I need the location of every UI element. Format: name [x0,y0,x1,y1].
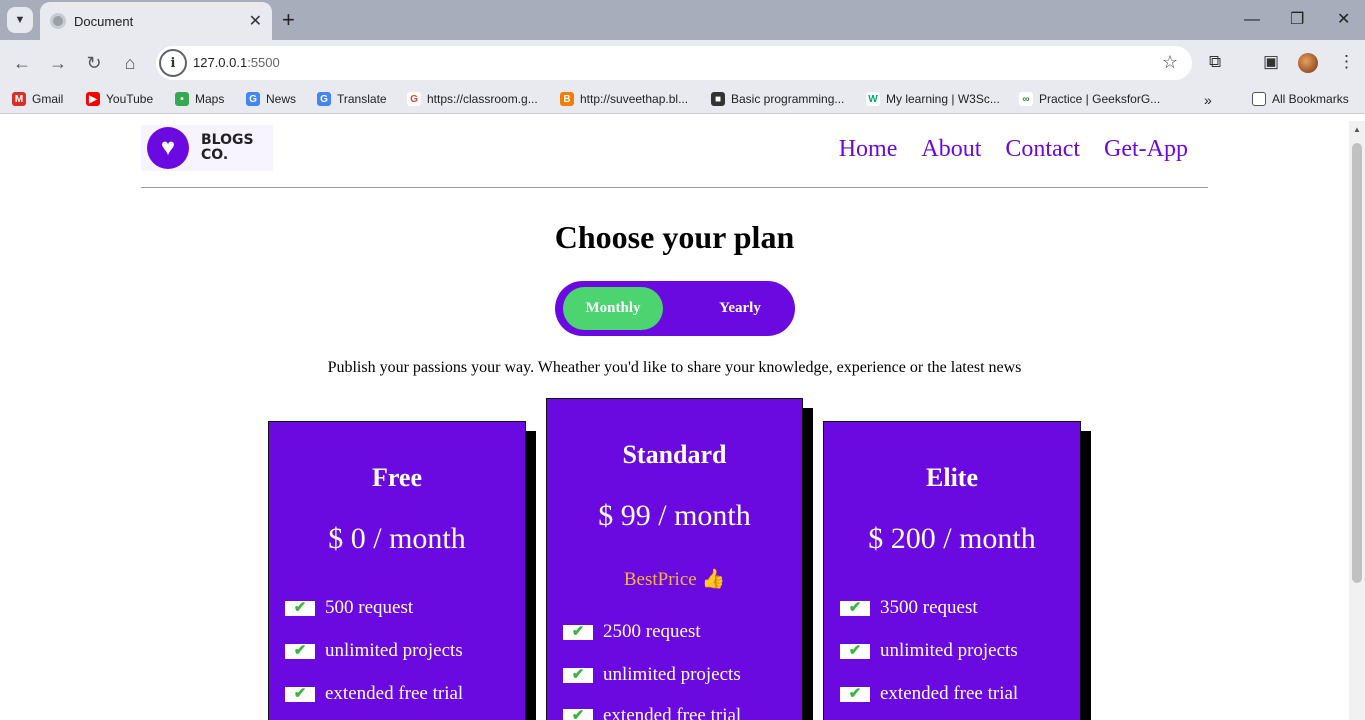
home-icon[interactable]: ⌂ [118,51,142,75]
bookmark-gmail[interactable]: M Gmail [12,92,63,106]
tab-title: Document [74,13,134,29]
tagline: Publish your passions your way. Wheather… [327,359,1022,376]
youtube-icon: ▶ [86,92,100,106]
page-viewport: ♥ BLOGS CO. Home About Contact Get-App C… [0,121,1349,720]
minimize-icon[interactable]: — [1244,8,1260,32]
bookmark-star-icon[interactable]: ☆ [1162,52,1178,73]
close-tab-icon[interactable]: ✕ [249,11,262,31]
best-price-badge: BestPrice 👍 [623,569,726,590]
bookmark-blogger[interactable]: Bhttp://suveethap.bl... [560,92,688,106]
feature-item: ✔ extended free trial [840,683,1018,705]
check-icon: ✔ [285,643,315,659]
plan-name: Free [371,463,423,492]
billing-toggle[interactable]: Monthly Yearly [555,281,795,336]
check-icon: ✔ [840,600,870,616]
bookmarks-bar: M Gmail ▶ YouTube • Maps G News G Translate G… [0,86,1365,114]
check-icon: ✔ [285,686,315,702]
plan-price: $ 200 / month [868,522,1036,555]
check-icon: ✔ [840,643,870,659]
plan-price: $ 99 / month [598,499,751,532]
menu-icon[interactable]: ⋮ [1338,52,1355,72]
new-tab-icon[interactable]: + [282,8,295,32]
plan-card-elite[interactable]: Elite $ 200 / month ✔ 3500 request ✔ unlim… [823,421,1091,720]
translate-icon: G [317,92,331,106]
site-info-icon[interactable]: i [159,49,187,77]
profile-avatar[interactable] [1298,53,1318,73]
feature-item: ✔ unlimited projects [563,664,741,686]
check-icon: ✔ [563,624,593,640]
restore-icon[interactable]: ❐ [1290,8,1304,32]
bookmark-translate[interactable]: G Translate [317,92,387,106]
plan-card-standard[interactable]: Standard $ 99 / month BestPrice 👍 ✔ 2500 … [546,398,813,720]
feature-item: ✔ unlimited projects [285,640,463,662]
google-icon: G [407,92,421,106]
plan-name: Standard [622,440,727,469]
blogger-icon: B [560,92,574,106]
feature-item: ✔ unlimited projects [840,640,1018,662]
all-bookmarks[interactable]: All Bookmarks [1252,92,1349,106]
address-bar[interactable]: i 127.0.0.1:5500 ☆ [156,46,1192,80]
header-divider [141,187,1208,188]
card-body: Free $ 0 / month ✔ 500 request ✔ unlimited… [268,421,526,720]
card-body: Elite $ 200 / month ✔ 3500 request ✔ unlim… [823,421,1081,720]
extensions-icon[interactable]: ⧉ [1209,52,1221,72]
bookmark-news[interactable]: G News [246,92,296,106]
vertical-scrollbar[interactable]: ▲ [1349,121,1365,720]
nav-home[interactable]: Home [839,136,898,163]
tab-strip: ▼ Document ✕ + — ❐ ✕ [0,0,1365,40]
check-icon: ✔ [285,600,315,616]
maps-icon: • [175,92,189,106]
side-panel-icon[interactable]: ▣ [1263,52,1279,72]
plan-price: $ 0 / month [328,522,466,555]
page-title: Choose your plan [554,219,795,255]
feature-item: ✔ extended free trial [285,683,463,705]
main-nav: Home About Contact Get-App [839,136,1188,163]
logo-text: BLOGS CO. [201,132,254,163]
browser-toolbar: ← → ↻ ⌂ i 127.0.0.1:5500 ☆ ⧉ ▣ ⋮ [0,40,1365,86]
nav-about[interactable]: About [921,136,981,163]
close-window-icon[interactable]: ✕ [1337,8,1350,32]
globe-icon [50,13,66,29]
back-icon[interactable]: ← [10,51,34,75]
toggle-yearly[interactable]: Yearly [690,287,790,330]
gfg-icon: ∞ [1019,92,1033,106]
check-icon: ✔ [563,708,593,720]
feature-item: ✔ 3500 request [840,597,978,619]
bookmark-youtube[interactable]: ▶ YouTube [86,92,153,106]
feature-item: ✔ 500 request [285,597,413,619]
card-body: Standard $ 99 / month BestPrice 👍 ✔ 2500 … [546,398,803,720]
gmail-icon: M [12,92,26,106]
bookmark-geeksforgeeks[interactable]: ∞ Practice | GeeksforG... [1019,92,1160,106]
plan-name: Elite [926,463,978,492]
heart-icon: ♥ [147,127,189,169]
bookmark-classroom[interactable]: Ghttps://classroom.g... [407,92,538,106]
plan-card-free[interactable]: Free $ 0 / month ✔ 500 request ✔ unlimited… [268,421,536,720]
check-icon: ✔ [840,686,870,702]
feature-item: ✔ extended free trial [563,705,741,720]
scroll-up-icon[interactable]: ▲ [1353,125,1361,134]
news-icon: G [246,92,260,106]
forward-icon[interactable]: → [46,51,70,75]
scroll-thumb[interactable] [1352,143,1362,583]
site-logo[interactable]: ♥ BLOGS CO. [141,125,273,171]
reload-icon[interactable]: ↻ [82,51,106,75]
site-icon: ■ [711,92,725,106]
url-text[interactable]: 127.0.0.1:5500 [193,55,280,70]
browser-tab[interactable]: Document ✕ [40,2,272,40]
check-icon: ✔ [563,667,593,683]
tab-search-icon[interactable]: ▼ [7,7,33,33]
nav-get-app[interactable]: Get-App [1104,136,1188,163]
nav-contact[interactable]: Contact [1005,136,1080,163]
bookmark-basic-programming[interactable]: ■ Basic programming... [711,92,844,106]
folder-icon [1252,92,1266,106]
w3schools-icon: W [866,92,880,106]
feature-item: ✔ 2500 request [563,621,701,643]
toggle-monthly[interactable]: Monthly [563,287,663,330]
bookmark-w3schools[interactable]: W My learning | W3Sc... [866,92,1000,106]
bookmark-maps[interactable]: • Maps [175,92,224,106]
more-bookmarks-icon[interactable]: » [1204,92,1212,108]
